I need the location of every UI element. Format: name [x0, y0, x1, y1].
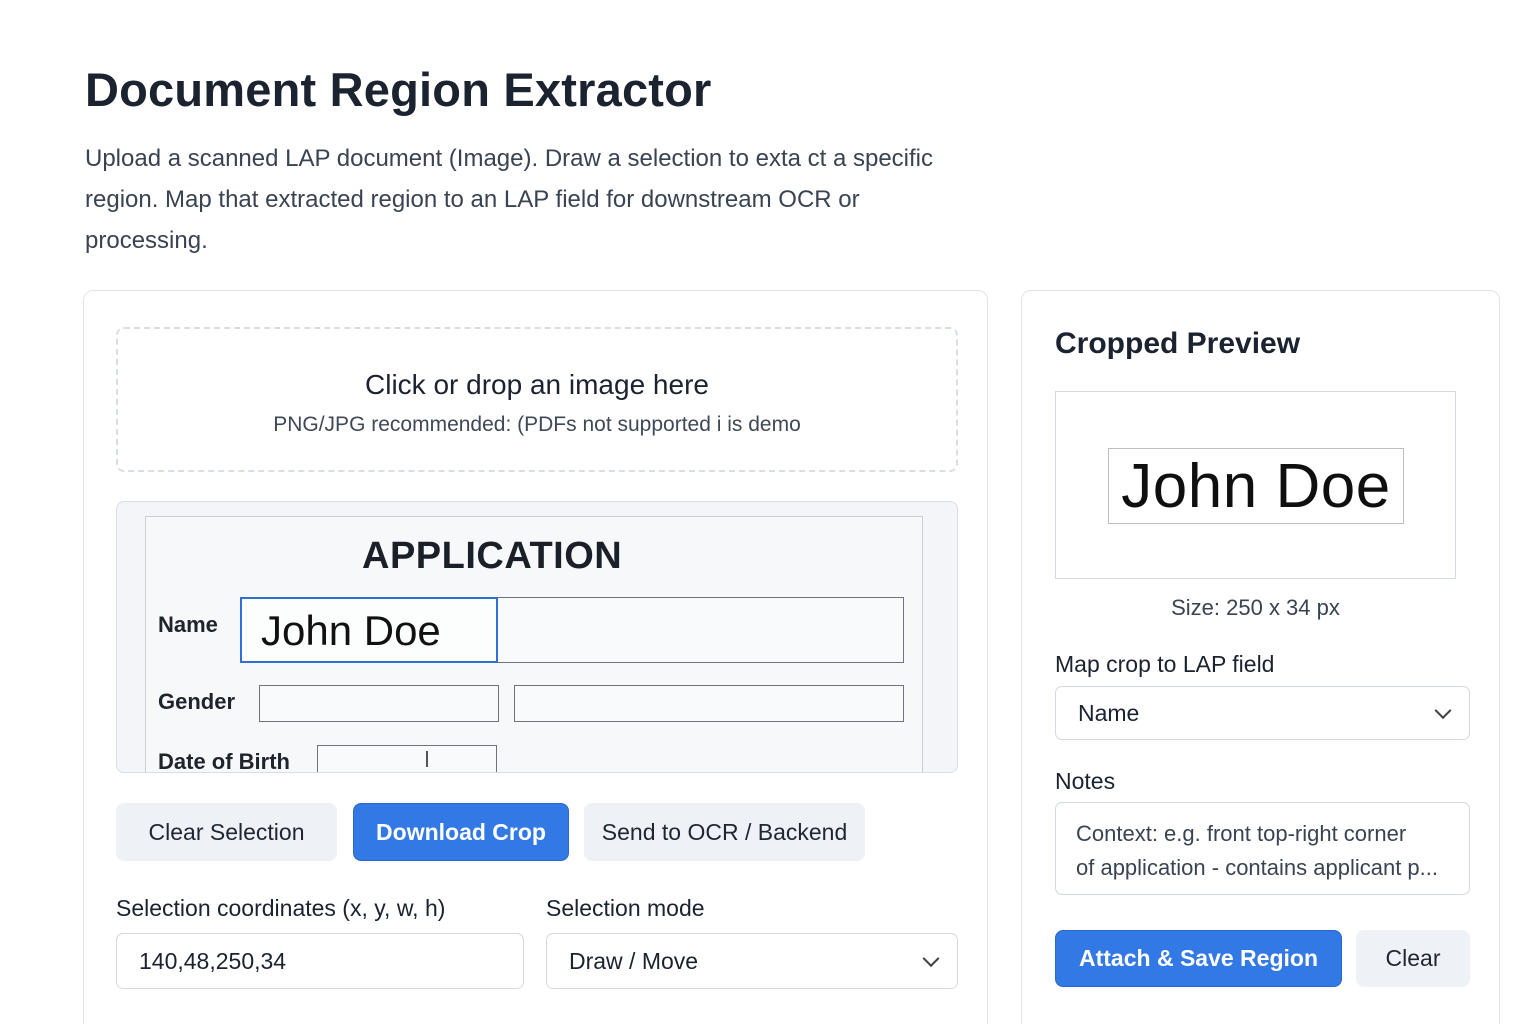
name-field-value: John Doe	[261, 607, 441, 654]
coordinates-label: Selection coordinates (x, y, w, h)	[116, 895, 446, 921]
gender-field-box-2	[514, 685, 904, 722]
selection-mode-value: Draw / Move	[569, 947, 699, 974]
gender-field-box	[259, 685, 499, 722]
notes-label: Notes	[1055, 768, 1116, 794]
lap-field-select[interactable]: Name	[1055, 686, 1470, 740]
chevron-down-icon	[922, 950, 940, 968]
notes-textarea[interactable]: Context: e.g. front top-right corner of …	[1055, 802, 1470, 895]
gender-field-label: Gender	[158, 689, 236, 714]
download-crop-button[interactable]: Download Crop	[353, 803, 569, 861]
image-dropzone[interactable]: Click or drop an image here PNG/JPG reco…	[116, 327, 958, 472]
send-to-ocr-button[interactable]: Send to OCR / Backend	[584, 803, 865, 861]
text-cursor	[426, 751, 428, 767]
selection-mode-select[interactable]: Draw / Move	[546, 933, 958, 989]
document-image: APPLICATION Name John Doe Gender Date of…	[145, 516, 923, 773]
name-field-label: Name	[158, 612, 218, 637]
clear-button[interactable]: Clear	[1356, 930, 1470, 987]
coordinates-input[interactable]: 140,48,250,34	[116, 933, 524, 989]
attach-save-region-button[interactable]: Attach & Save Region	[1055, 930, 1342, 987]
preview-title: Cropped Preview	[1055, 327, 1301, 360]
cropped-image: John Doe	[1108, 448, 1404, 524]
dropzone-subtitle: PNG/JPG recommended: (PDFs not supported…	[273, 413, 801, 436]
cropped-preview: John Doe	[1055, 391, 1456, 579]
crop-size-text: Size: 250 x 34 px	[1171, 595, 1340, 620]
dob-field-label: Date of Birth	[158, 749, 290, 773]
page-title: Document Region Extractor	[85, 63, 712, 116]
document-title: APPLICATION	[362, 535, 623, 577]
lap-field-value: Name	[1078, 699, 1140, 726]
page-description: Upload a scanned LAP document (Image). D…	[85, 145, 934, 254]
dropzone-title: Click or drop an image here	[365, 369, 709, 400]
dob-field-box	[317, 745, 497, 772]
coordinates-value: 140,48,250,34	[139, 947, 287, 974]
clear-selection-button[interactable]: Clear Selection	[116, 803, 337, 861]
selection-mode-label: Selection mode	[546, 895, 705, 921]
preview-card: Cropped Preview John Doe Size: 250 x 34 …	[1021, 290, 1500, 1024]
extractor-card: Click or drop an image here PNG/JPG reco…	[83, 290, 988, 1024]
document-canvas[interactable]: APPLICATION Name John Doe Gender Date of…	[116, 501, 958, 773]
map-field-label: Map crop to LAP field	[1055, 651, 1275, 677]
notes-line-1: Context: e.g. front top-right corner	[1076, 821, 1407, 846]
notes-line-2: of application - contains applicant p...	[1076, 855, 1439, 880]
chevron-down-icon	[1434, 702, 1452, 720]
